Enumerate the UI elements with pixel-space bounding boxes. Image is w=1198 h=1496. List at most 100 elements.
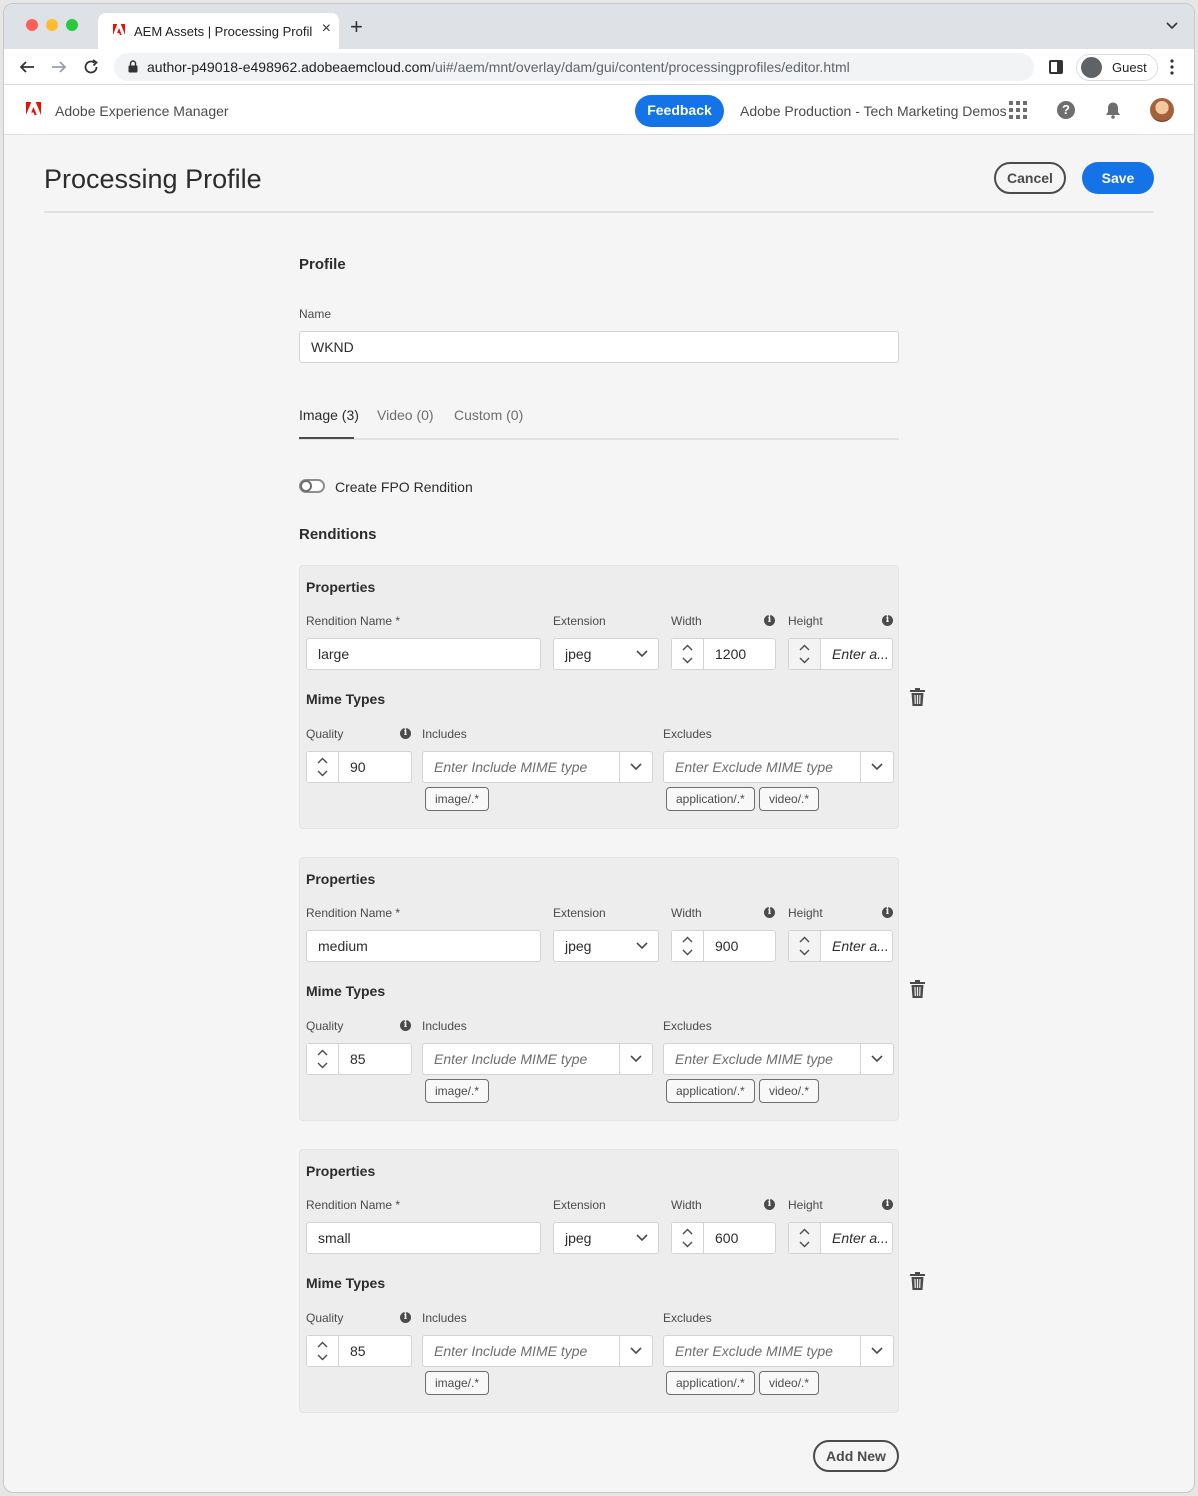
profile-button[interactable]: Guest [1076, 54, 1158, 81]
help-icon[interactable]: ? [1057, 101, 1075, 119]
info-icon[interactable]: i [400, 1020, 411, 1031]
quality-stepper[interactable]: 85 [306, 1335, 412, 1367]
stepper-arrows-icon[interactable] [682, 1228, 693, 1248]
reload-icon[interactable] [82, 58, 100, 76]
height-stepper[interactable]: Enter a... [788, 638, 893, 670]
include-mime-combobox[interactable]: Enter Include MIME type [422, 1335, 653, 1367]
height-stepper[interactable]: Enter a... [788, 1222, 893, 1254]
include-mime-dropdown-button[interactable] [619, 752, 652, 782]
stepper-arrows-icon[interactable] [317, 757, 328, 777]
cancel-button[interactable]: Cancel [994, 162, 1066, 194]
browser-tab[interactable]: AEM Assets | Processing Profil × [98, 13, 339, 49]
stepper-arrows-icon[interactable] [799, 1228, 810, 1248]
browser-menu-icon[interactable] [1170, 59, 1174, 75]
quality-stepper-arrows[interactable] [307, 752, 339, 782]
exclude-mime-dropdown-button[interactable] [860, 1336, 893, 1366]
info-icon[interactable]: i [400, 1312, 411, 1323]
quality-stepper[interactable]: 85 [306, 1043, 412, 1075]
include-mime-chip[interactable]: image/.* [425, 1079, 490, 1103]
exclude-mime-combobox[interactable]: Enter Exclude MIME type [663, 1043, 894, 1075]
exclude-mime-chip[interactable]: video/.* [759, 1371, 820, 1395]
info-icon[interactable]: i [764, 1199, 775, 1210]
maximize-window-button[interactable] [66, 19, 78, 31]
stepper-arrows-icon[interactable] [799, 936, 810, 956]
quality-stepper-arrows[interactable] [307, 1044, 339, 1074]
profile-name-input[interactable]: WKND [299, 331, 899, 363]
width-stepper-arrows[interactable] [672, 1223, 704, 1253]
delete-rendition-trash-icon[interactable] [910, 980, 925, 998]
info-icon[interactable]: i [764, 615, 775, 626]
feedback-button[interactable]: Feedback [635, 95, 724, 127]
quality-value: 90 [350, 759, 366, 775]
exclude-mime-chip[interactable]: video/.* [759, 1079, 820, 1103]
back-arrow-icon[interactable] [18, 58, 36, 76]
include-mime-chip[interactable]: image/.* [425, 787, 490, 811]
include-mime-dropdown-button[interactable] [619, 1044, 652, 1074]
product-name[interactable]: Adobe Experience Manager [55, 103, 229, 119]
exclude-mime-combobox[interactable]: Enter Exclude MIME type [663, 1335, 894, 1367]
height-label: Height [788, 906, 823, 920]
minimize-window-button[interactable] [46, 19, 58, 31]
width-stepper-arrows[interactable] [672, 931, 704, 961]
tab-video[interactable]: Video (0) [377, 407, 434, 423]
stepper-arrows-icon[interactable] [317, 1341, 328, 1361]
stepper-arrows-icon[interactable] [317, 1049, 328, 1069]
exclude-mime-combobox[interactable]: Enter Exclude MIME type [663, 751, 894, 783]
close-window-button[interactable] [26, 19, 38, 31]
user-avatar[interactable] [1150, 98, 1174, 122]
new-tab-icon[interactable]: + [350, 16, 363, 38]
width-stepper[interactable]: 600 [671, 1222, 776, 1254]
exclude-mime-dropdown-button[interactable] [860, 1044, 893, 1074]
exclude-mime-dropdown-button[interactable] [860, 752, 893, 782]
quality-stepper-arrows[interactable] [307, 1336, 339, 1366]
extension-select[interactable]: jpeg [553, 930, 659, 962]
tab-search-chevron-icon[interactable] [1166, 20, 1178, 32]
include-mime-combobox[interactable]: Enter Include MIME type [422, 1043, 653, 1075]
width-value: 600 [715, 1230, 739, 1246]
extension-select[interactable]: jpeg [553, 638, 659, 670]
fpo-rendition-switch[interactable] [299, 479, 325, 493]
stepper-arrows-icon[interactable] [799, 644, 810, 664]
exclude-mime-chip[interactable]: video/.* [759, 787, 820, 811]
save-button[interactable]: Save [1082, 162, 1154, 194]
rendition-name-input[interactable]: large [306, 638, 541, 670]
rendition-name-input[interactable]: medium [306, 930, 541, 962]
width-stepper-arrows[interactable] [672, 639, 704, 669]
height-stepper[interactable]: Enter a... [788, 930, 893, 962]
exclude-mime-chip[interactable]: application/.* [666, 1371, 755, 1395]
tab-close-icon[interactable]: × [322, 21, 331, 37]
extension-select[interactable]: jpeg [553, 1222, 659, 1254]
lock-icon[interactable] [128, 60, 138, 73]
height-stepper-arrows[interactable] [789, 931, 821, 961]
rendition-name-input[interactable]: small [306, 1222, 541, 1254]
tab-image[interactable]: Image (3) [299, 407, 359, 423]
include-mime-combobox[interactable]: Enter Include MIME type [422, 751, 653, 783]
info-icon[interactable]: i [882, 907, 893, 918]
width-stepper[interactable]: 900 [671, 930, 776, 962]
exclude-mime-chip[interactable]: application/.* [666, 1079, 755, 1103]
stepper-arrows-icon[interactable] [682, 644, 693, 664]
info-icon[interactable]: i [764, 907, 775, 918]
add-new-button[interactable]: Add New [813, 1440, 899, 1472]
org-switcher[interactable]: Adobe Production - Tech Marketing Demos [740, 103, 1007, 119]
notifications-bell-icon[interactable] [1104, 101, 1122, 119]
delete-rendition-trash-icon[interactable] [910, 1272, 925, 1290]
info-icon[interactable]: i [400, 728, 411, 739]
side-panel-icon[interactable] [1049, 60, 1063, 74]
exclude-mime-chip[interactable]: application/.* [666, 787, 755, 811]
quality-stepper[interactable]: 90 [306, 751, 412, 783]
include-mime-chip[interactable]: image/.* [425, 1371, 490, 1395]
stepper-arrows-icon[interactable] [682, 936, 693, 956]
delete-rendition-trash-icon[interactable] [910, 688, 925, 706]
info-icon[interactable]: i [882, 615, 893, 626]
info-icon[interactable]: i [882, 1199, 893, 1210]
height-stepper-arrows[interactable] [789, 1223, 821, 1253]
adobe-logo-icon[interactable] [26, 102, 41, 116]
height-stepper-arrows[interactable] [789, 639, 821, 669]
forward-arrow-icon[interactable] [50, 58, 68, 76]
include-mime-dropdown-button[interactable] [619, 1336, 652, 1366]
width-stepper[interactable]: 1200 [671, 638, 776, 670]
apps-grid-icon[interactable] [1009, 101, 1027, 119]
tab-custom[interactable]: Custom (0) [454, 407, 523, 423]
address-bar[interactable]: author-p49018-e498962.adobeaemcloud.com/… [114, 53, 1034, 81]
